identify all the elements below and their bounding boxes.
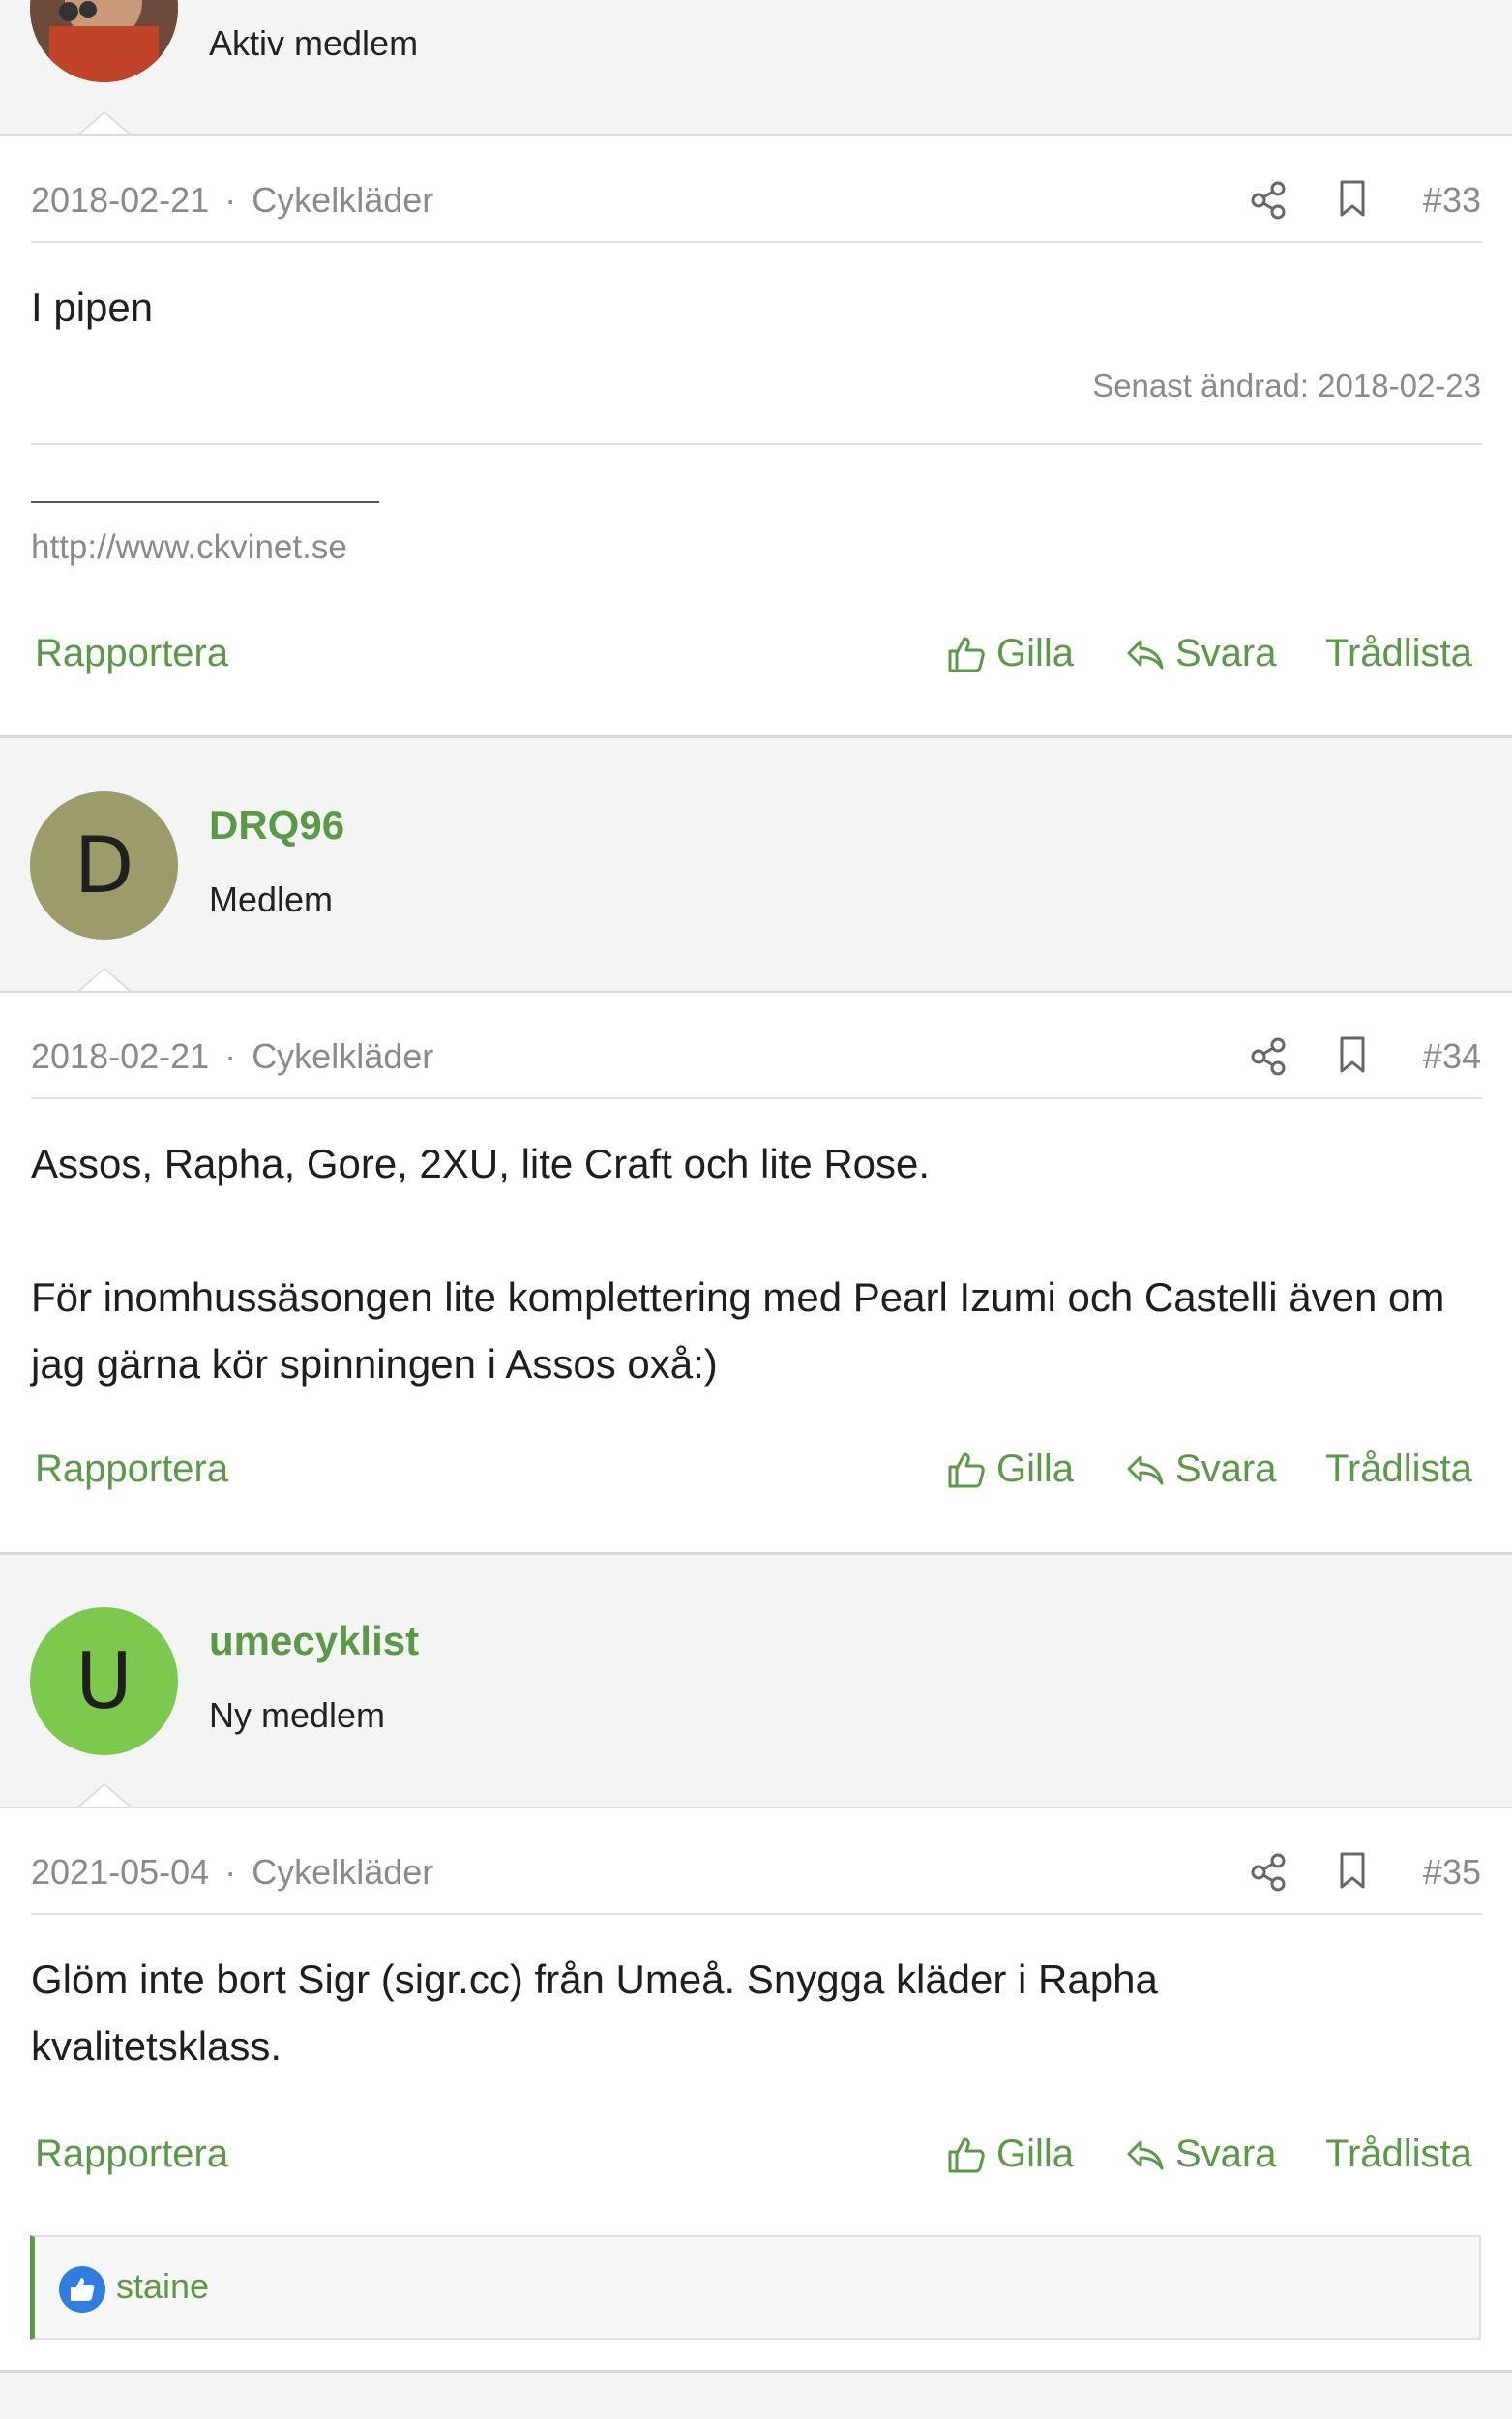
signature-underline	[31, 501, 379, 503]
username[interactable]: DRQ96	[209, 802, 344, 849]
reply-label: Svara	[1175, 2133, 1277, 2175]
bookmark-icon[interactable]	[1332, 1034, 1373, 1075]
thread-list-label: Trådlista	[1325, 632, 1472, 674]
user-avatar[interactable]: U	[30, 1607, 178, 1755]
user-role: Aktiv medlem	[209, 23, 419, 63]
reply-icon	[1127, 640, 1164, 669]
post-author-bar: U umecyklist Ny medlem	[0, 1575, 1512, 1807]
liker-name[interactable]: staine	[116, 2266, 209, 2307]
meta-divider	[31, 241, 1482, 243]
post-body: Glöm inte bort Sigr (sigr.cc) från Umeå.…	[31, 1946, 1289, 2079]
user-avatar[interactable]	[30, 0, 178, 82]
post-number[interactable]: #33	[1423, 180, 1481, 221]
like-button[interactable]: Gilla	[946, 1448, 1074, 1491]
meta-separator: ·	[224, 1852, 237, 1892]
like-label: Gilla	[996, 632, 1075, 674]
avatar-photo	[30, 0, 178, 82]
avatar-letter: U	[75, 1636, 133, 1726]
post-body: I pipen	[31, 274, 1482, 341]
post-paragraph: Glöm inte bort Sigr (sigr.cc) från Umeå.…	[31, 1956, 1158, 2069]
share-icon[interactable]	[1249, 1036, 1290, 1077]
username[interactable]: umecyklist	[209, 1618, 419, 1664]
post-number[interactable]: #35	[1423, 1852, 1481, 1893]
thumbs-up-icon	[948, 637, 985, 672]
share-icon[interactable]	[1249, 180, 1290, 221]
signature-link[interactable]: http://www.ckvinet.se	[31, 528, 347, 567]
report-button[interactable]: Rapportera	[35, 632, 228, 675]
post-category[interactable]: Cykelkläder	[252, 1036, 433, 1076]
reply-icon	[1127, 2140, 1164, 2169]
reply-button[interactable]: Svara	[1125, 632, 1277, 675]
thread-list-label: Trådlista	[1325, 2133, 1472, 2175]
post-paragraph: För inomhussäsongen lite komplettering m…	[31, 1274, 1445, 1387]
thread-list-button[interactable]: Trådlista	[1325, 632, 1472, 675]
post-author-bar: Aktiv medlem	[0, 0, 1512, 137]
post-paragraph: Assos, Rapha, Gore, 2XU, lite Craft och …	[31, 1141, 931, 1186]
thread-list-button[interactable]: Trådlista	[1325, 1448, 1472, 1491]
user-role: Medlem	[209, 880, 334, 919]
post-pointer	[77, 1783, 132, 1807]
bookmark-icon[interactable]	[1332, 178, 1373, 219]
reply-label: Svara	[1175, 632, 1277, 674]
meta-divider	[31, 1097, 1482, 1099]
likes-list: staine	[30, 2235, 1481, 2340]
thread-list-button[interactable]: Trådlista	[1325, 2133, 1472, 2176]
reply-button[interactable]: Svara	[1125, 2133, 1277, 2176]
post-pointer	[77, 968, 132, 992]
post-author-bar: D DRQ96 Medlem	[0, 760, 1512, 992]
post-category[interactable]: Cykelkläder	[252, 180, 433, 220]
post-pointer	[77, 111, 132, 135]
meta-divider	[31, 1913, 1482, 1915]
post-meta: 2018-02-21 · Cykelkläder	[31, 180, 433, 221]
thread-list-label: Trådlista	[1325, 1448, 1472, 1490]
meta-separator: ·	[224, 180, 237, 220]
meta-separator: ·	[224, 1036, 237, 1076]
post-35: 2021-05-04 · Cykelkläder #35 Glöm inte b…	[0, 1807, 1512, 2373]
signature-divider	[31, 443, 1482, 445]
like-label: Gilla	[996, 1448, 1075, 1490]
post-date: 2021-05-04	[31, 1852, 210, 1892]
thumbs-up-icon	[948, 2137, 985, 2172]
post-34: 2018-02-21 · Cykelkläder #34 Assos, Raph…	[0, 991, 1512, 1555]
like-button[interactable]: Gilla	[946, 632, 1074, 675]
report-button[interactable]: Rapportera	[35, 2133, 228, 2176]
post-category[interactable]: Cykelkläder	[252, 1852, 433, 1892]
user-avatar[interactable]: D	[30, 791, 178, 940]
post-meta: 2021-05-04 · Cykelkläder	[31, 1852, 433, 1893]
report-button[interactable]: Rapportera	[35, 1448, 228, 1491]
share-icon[interactable]	[1249, 1852, 1290, 1893]
reply-label: Svara	[1175, 1448, 1277, 1490]
post-date: 2018-02-21	[31, 180, 210, 220]
avatar-letter: D	[74, 821, 134, 911]
reply-button[interactable]: Svara	[1125, 1448, 1277, 1491]
post-33: 2018-02-21 · Cykelkläder #33 I pipen Sen…	[0, 134, 1512, 738]
like-label: Gilla	[996, 2133, 1075, 2175]
user-role: Ny medlem	[209, 1695, 386, 1735]
post-meta: 2018-02-21 · Cykelkläder	[31, 1036, 433, 1077]
bookmark-icon[interactable]	[1332, 1850, 1373, 1891]
last-edited: Senast ändrad: 2018-02-23	[1092, 368, 1481, 403]
like-button[interactable]: Gilla	[946, 2133, 1074, 2176]
like-badge-icon	[59, 2266, 105, 2313]
reply-icon	[1127, 1455, 1164, 1484]
post-body: Assos, Rapha, Gore, 2XU, lite Craft och …	[31, 1130, 1482, 1397]
post-paragraph: I pipen	[31, 284, 154, 330]
post-number[interactable]: #34	[1423, 1036, 1481, 1077]
post-date: 2018-02-21	[31, 1036, 210, 1076]
thumbs-up-icon	[948, 1452, 985, 1487]
